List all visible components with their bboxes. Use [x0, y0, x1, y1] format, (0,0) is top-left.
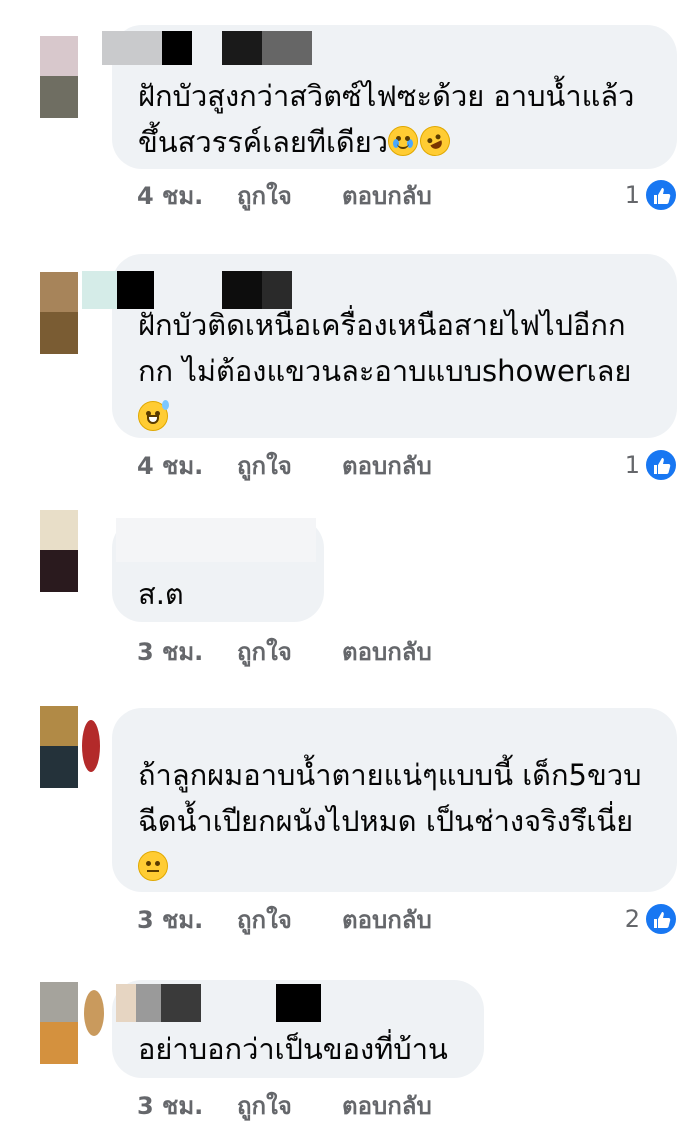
reply-button[interactable]: ตอบกลับ: [342, 1091, 432, 1121]
avatar[interactable]: [40, 36, 78, 118]
comment-meta: 3 ชม. ถูกใจ ตอบกลับ: [137, 905, 557, 935]
comment-time[interactable]: 3 ชม.: [137, 1091, 203, 1121]
expressionless-face-icon: [138, 851, 168, 881]
comment-time[interactable]: 3 ชม.: [137, 637, 203, 667]
like-button[interactable]: ถูกใจ: [237, 181, 292, 211]
avatar[interactable]: [40, 982, 78, 1064]
comment-item: ฝักบัวติดเหนือเครื่องเหนือสายไฟไปอีกก กก…: [0, 230, 700, 500]
comment-meta: 4 ชม. ถูกใจ ตอบกลับ: [137, 451, 557, 481]
comment-time[interactable]: 3 ชม.: [137, 905, 203, 935]
comment-item: ถ้าลูกผมอาบน้ำตายแน่ๆแบบนี้ เด็ก5ขวบ ฉีด…: [0, 700, 700, 970]
grinning-sweat-face-icon: [138, 400, 169, 431]
comment-bubble: ฝักบัวติดเหนือเครื่องเหนือสายไฟไปอีกก กก…: [82, 254, 677, 440]
reaction-count: 2: [624, 905, 640, 933]
reply-button[interactable]: ตอบกลับ: [342, 451, 432, 481]
reply-button[interactable]: ตอบกลับ: [342, 637, 432, 667]
avatar-edge: [84, 990, 104, 1036]
like-button[interactable]: ถูกใจ: [237, 905, 292, 935]
comment-bubble: ถ้าลูกผมอาบน้ำตายแน่ๆแบบนี้ เด็ก5ขวบ ฉีด…: [112, 708, 677, 892]
reaction-count: 1: [624, 181, 640, 209]
like-button[interactable]: ถูกใจ: [237, 451, 292, 481]
comment-text: ถ้าลูกผมอาบน้ำตายแน่ๆแบบนี้ เด็ก5ขวบ ฉีด…: [138, 752, 642, 890]
author-name-redacted[interactable]: [116, 518, 316, 562]
reaction-summary[interactable]: 1: [598, 448, 678, 482]
author-name-redacted[interactable]: [116, 984, 336, 1022]
reply-button[interactable]: ตอบกลับ: [342, 181, 432, 211]
comment-item: ส.ต 3 ชม. ถูกใจ ตอบกลับ: [0, 500, 700, 700]
avatar[interactable]: [40, 510, 78, 592]
comment-text: ส.ต: [138, 577, 184, 611]
like-icon: [644, 448, 678, 482]
author-name-redacted[interactable]: [102, 31, 312, 65]
comment-item: ฝักบัวสูงกว่าสวิตซ์ไฟซะด้วย อาบน้ำแล้ว ข…: [0, 0, 700, 230]
like-icon: [644, 178, 678, 212]
avatar[interactable]: [40, 272, 78, 354]
comment-meta: 4 ชม. ถูกใจ ตอบกลับ: [137, 181, 557, 211]
comment-item: อย่าบอกว่าเป็นของที่บ้าน 3 ชม. ถูกใจ ตอบ…: [0, 970, 700, 1141]
crying-face-icon: [388, 126, 418, 156]
comment-bubble: ส.ต: [112, 518, 324, 622]
like-icon: [644, 902, 678, 936]
reaction-summary[interactable]: 1: [598, 178, 678, 212]
comment-meta: 3 ชม. ถูกใจ ตอบกลับ: [137, 637, 557, 667]
comment-text: ฝักบัวติดเหนือเครื่องเหนือสายไฟไปอีกก กก…: [138, 302, 631, 440]
reaction-count: 1: [624, 451, 640, 479]
comment-text: อย่าบอกว่าเป็นของที่บ้าน: [138, 1032, 448, 1066]
like-button[interactable]: ถูกใจ: [237, 637, 292, 667]
avatar[interactable]: [40, 706, 78, 788]
comment-bubble: ฝักบัวสูงกว่าสวิตซ์ไฟซะด้วย อาบน้ำแล้ว ข…: [102, 25, 677, 169]
rolling-laughing-face-icon: [415, 121, 455, 161]
comment-time[interactable]: 4 ชม.: [137, 181, 203, 211]
like-button[interactable]: ถูกใจ: [237, 1091, 292, 1121]
reaction-summary[interactable]: 2: [598, 902, 678, 936]
comment-time[interactable]: 4 ชม.: [137, 451, 203, 481]
avatar-edge: [82, 720, 100, 772]
reply-button[interactable]: ตอบกลับ: [342, 905, 432, 935]
comment-text: ฝักบัวสูงกว่าสวิตซ์ไฟซะด้วย อาบน้ำแล้ว ข…: [138, 79, 635, 161]
comment-bubble: อย่าบอกว่าเป็นของที่บ้าน: [112, 980, 484, 1078]
comment-meta: 3 ชม. ถูกใจ ตอบกลับ: [137, 1091, 557, 1121]
